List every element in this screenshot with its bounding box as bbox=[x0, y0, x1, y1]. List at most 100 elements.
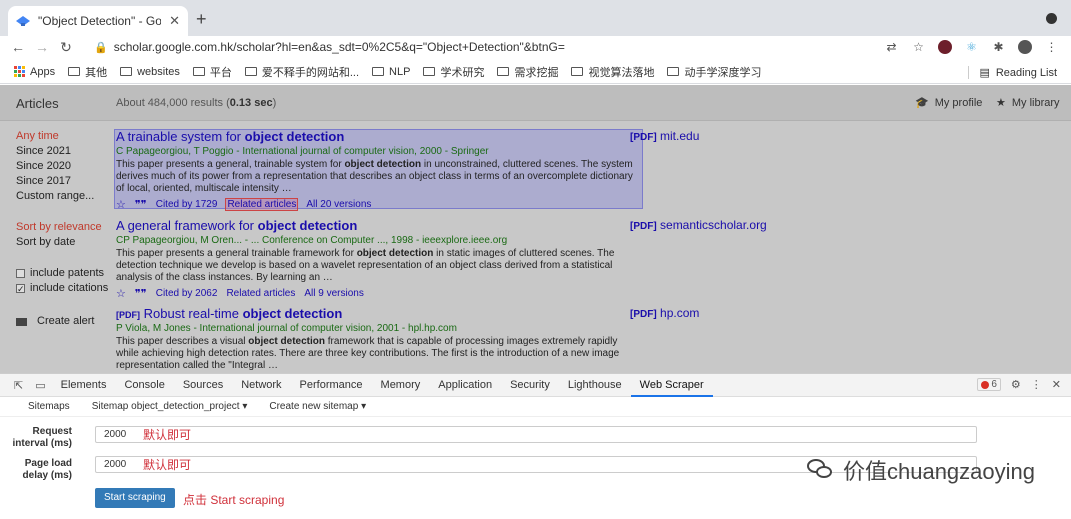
react-extension-icon[interactable]: ⚛ bbox=[964, 39, 979, 54]
address-bar[interactable]: scholar.google.com.hk/scholar?hl=en&as_s… bbox=[114, 40, 565, 54]
devtools-controls: 6 ⚙ ⋮ ✕ bbox=[977, 378, 1061, 391]
filter-custom-range[interactable]: Custom range... bbox=[16, 189, 111, 204]
cited-by-link[interactable]: Cited by 1729 bbox=[156, 199, 218, 210]
create-alert-link[interactable]: Create alert bbox=[16, 314, 111, 329]
click-start-note: 点击 Start scraping bbox=[183, 493, 285, 507]
back-icon[interactable]: ← bbox=[6, 39, 30, 55]
devtools-tab-memory[interactable]: Memory bbox=[372, 374, 430, 397]
result-authors: P Viola, M Jones - International journal… bbox=[116, 323, 457, 334]
bookmark-folder[interactable]: websites bbox=[120, 66, 180, 78]
checkbox-checked-icon: ✓ bbox=[16, 284, 25, 294]
save-star-icon[interactable]: ☆ bbox=[116, 287, 126, 300]
cite-quote-icon[interactable]: ❞❞ bbox=[135, 198, 147, 211]
search-result: A general framework for object detection… bbox=[116, 218, 636, 300]
folder-icon bbox=[244, 67, 257, 76]
extensions-puzzle-icon[interactable]: ✱ bbox=[991, 39, 1006, 54]
include-citations-checkbox[interactable]: ✓ include citations bbox=[16, 281, 111, 296]
bookmark-label: websites bbox=[137, 65, 180, 78]
filter-since-2020[interactable]: Since 2020 bbox=[16, 159, 111, 174]
result-title-link[interactable]: A trainable system for object detection bbox=[116, 129, 636, 144]
result-snippet: This paper presents a general trainable … bbox=[116, 248, 615, 283]
sitemaps-nav-item[interactable]: Sitemaps bbox=[28, 401, 70, 412]
default-note: 默认即可 bbox=[143, 428, 192, 442]
all-versions-link[interactable]: All 20 versions bbox=[306, 199, 371, 210]
save-star-icon[interactable]: ☆ bbox=[116, 198, 126, 211]
forward-icon[interactable]: → bbox=[30, 39, 54, 55]
scholar-favicon-icon bbox=[16, 16, 30, 26]
bookmark-folder[interactable]: NLP bbox=[372, 66, 410, 78]
reading-list-button[interactable]: ▤ Reading List bbox=[968, 66, 1057, 79]
bookmark-folder[interactable]: 其他 bbox=[68, 64, 107, 80]
error-count-badge[interactable]: 6 bbox=[977, 378, 1001, 391]
bookmark-label: 平台 bbox=[209, 66, 232, 79]
sort-by-date[interactable]: Sort by date bbox=[16, 235, 111, 250]
watermark: 价值chuangzaoying bbox=[806, 454, 1035, 486]
new-tab-button[interactable]: + bbox=[196, 9, 207, 30]
result-title-link[interactable]: A general framework for object detection bbox=[116, 218, 636, 233]
result-title-link[interactable]: [PDF] Robust real-time object detection bbox=[116, 306, 636, 321]
devtools-tabbar: ⇱ ▭ Elements Console Sources Network Per… bbox=[0, 374, 1071, 397]
cited-by-link[interactable]: Cited by 2062 bbox=[156, 288, 218, 299]
cite-quote-icon[interactable]: ❞❞ bbox=[135, 287, 147, 300]
bookmark-folder[interactable]: 爱不释手的网站和... bbox=[244, 64, 359, 80]
devtools-tab-elements[interactable]: Elements bbox=[52, 374, 116, 397]
devtools-tab-network[interactable]: Network bbox=[232, 374, 290, 397]
sitemap-dropdown[interactable]: Sitemap object_detection_project ▾ bbox=[92, 401, 248, 412]
filter-since-2017[interactable]: Since 2017 bbox=[16, 174, 111, 189]
reload-icon[interactable]: ↻ bbox=[54, 39, 78, 56]
settings-gear-icon[interactable]: ⚙ bbox=[1011, 378, 1021, 391]
menu-kebab-icon[interactable]: ⋮ bbox=[1044, 39, 1059, 54]
my-library-link[interactable]: ★ My library bbox=[996, 96, 1060, 110]
translate-icon[interactable]: ⇄ bbox=[884, 39, 899, 54]
record-icon[interactable] bbox=[1046, 13, 1057, 24]
bookmark-folder[interactable]: 视觉算法落地 bbox=[571, 64, 654, 80]
page-load-delay-label: Page load delay (ms) bbox=[22, 458, 72, 481]
devtools-tab-sources[interactable]: Sources bbox=[174, 374, 232, 397]
bookmark-star-icon[interactable]: ☆ bbox=[911, 39, 926, 54]
filter-any-time[interactable]: Any time bbox=[16, 129, 111, 144]
my-profile-link[interactable]: 🎓 My profile bbox=[915, 96, 982, 110]
devtools-tab-security[interactable]: Security bbox=[501, 374, 559, 397]
include-patents-checkbox[interactable]: include patents bbox=[16, 266, 111, 281]
more-options-icon[interactable]: ⋮ bbox=[1031, 378, 1042, 391]
bookmark-label: 需求挖掘 bbox=[514, 66, 559, 79]
result-actions: ☆ ❞❞ Cited by 2062 Related articles All … bbox=[116, 287, 636, 300]
create-sitemap-dropdown[interactable]: Create new sitemap ▾ bbox=[269, 401, 366, 412]
device-toolbar-icon[interactable]: ▭ bbox=[29, 379, 51, 392]
pdf-link[interactable]: [PDF] hp.com bbox=[630, 306, 699, 320]
all-versions-link[interactable]: All 9 versions bbox=[304, 288, 363, 299]
devtools-tab-lighthouse[interactable]: Lighthouse bbox=[559, 374, 631, 397]
scholar-page: Articles About 484,000 results (0.13 sec… bbox=[0, 85, 1071, 373]
bookmark-label: 视觉算法落地 bbox=[588, 66, 655, 79]
bookmark-apps[interactable]: Apps bbox=[14, 66, 55, 78]
graduation-cap-icon: 🎓 bbox=[915, 97, 929, 109]
checkbox-unchecked-icon bbox=[16, 269, 25, 278]
related-articles-link[interactable]: Related articles bbox=[225, 198, 299, 211]
devtools-tab-web-scraper[interactable]: Web Scraper bbox=[630, 374, 713, 397]
start-scraping-button[interactable]: Start scraping bbox=[95, 488, 175, 508]
devtools-tab-console[interactable]: Console bbox=[115, 374, 173, 397]
bookmark-folder[interactable]: 平台 bbox=[192, 64, 232, 80]
close-devtools-icon[interactable]: ✕ bbox=[1052, 378, 1061, 391]
extension-icon[interactable] bbox=[938, 39, 952, 54]
filter-since-2021[interactable]: Since 2021 bbox=[16, 144, 111, 159]
result-actions: ☆ ❞❞ Cited by 1729 Related articles All … bbox=[116, 198, 636, 211]
request-interval-input[interactable] bbox=[95, 426, 977, 443]
reading-list-label: Reading List bbox=[995, 66, 1057, 79]
bookmark-folder[interactable]: 动手学深度学习 bbox=[667, 64, 761, 80]
profile-avatar-icon[interactable] bbox=[1018, 39, 1032, 54]
sort-by-relevance[interactable]: Sort by relevance bbox=[16, 220, 111, 235]
pdf-link[interactable]: [PDF] semanticscholar.org bbox=[630, 218, 767, 232]
devtools-tab-application[interactable]: Application bbox=[429, 374, 501, 397]
bookmark-folder[interactable]: 需求挖掘 bbox=[497, 64, 558, 80]
search-result: A trainable system for object detection … bbox=[116, 129, 636, 211]
results-count: About 484,000 results (0.13 sec) bbox=[116, 97, 277, 109]
devtools-tab-performance[interactable]: Performance bbox=[291, 374, 372, 397]
inspect-element-icon[interactable]: ⇱ bbox=[8, 379, 29, 392]
bookmark-folder[interactable]: 学术研究 bbox=[423, 64, 484, 80]
browser-tab[interactable]: "Object Detection" - Google S ✕ bbox=[8, 6, 188, 36]
search-result: [PDF] Robust real-time object detection … bbox=[116, 306, 636, 372]
pdf-link[interactable]: [PDF] mit.edu bbox=[630, 129, 699, 143]
tab-close-icon[interactable]: ✕ bbox=[169, 13, 180, 29]
related-articles-link[interactable]: Related articles bbox=[226, 288, 295, 299]
